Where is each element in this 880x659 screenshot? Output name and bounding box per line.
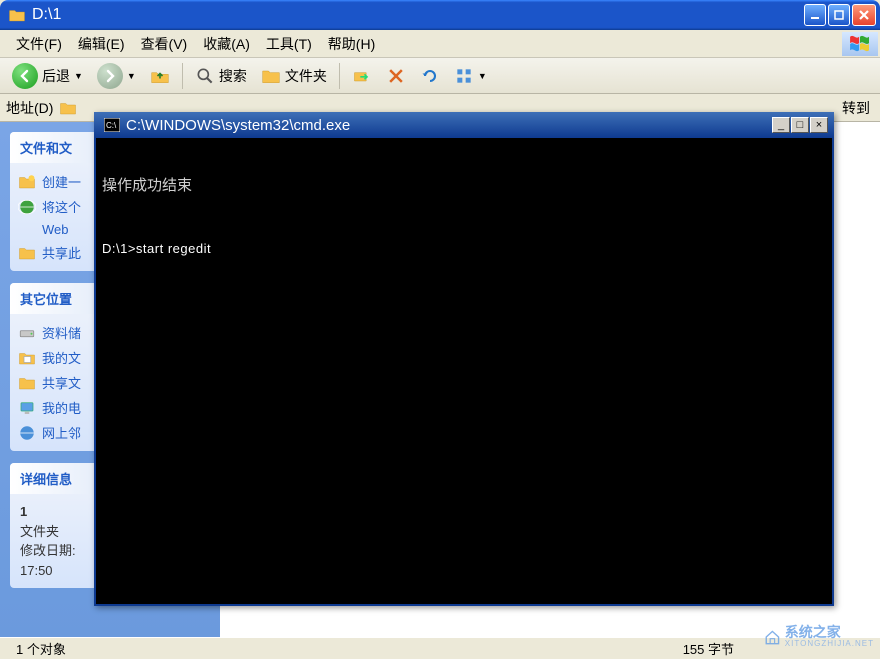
cmd-body[interactable]: 操作成功结束 D:\1>start regedit [94,138,834,606]
up-button[interactable] [144,64,176,88]
menubar: 文件(F) 编辑(E) 查看(V) 收藏(A) 工具(T) 帮助(H) [0,30,880,58]
toolbar-sep2 [339,63,340,89]
back-button[interactable]: 后退 ▼ [6,61,89,91]
new-folder-icon [18,173,36,191]
network-icon [18,424,36,442]
task-label: 创建一 [42,172,81,191]
views-button[interactable]: ▼ [448,64,493,88]
task-label: 将这个 [42,197,81,216]
status-right: 155 字节 [673,639,744,658]
views-dropdown-icon: ▼ [478,71,487,81]
forward-button[interactable]: ▼ [91,61,142,91]
menu-file[interactable]: 文件(F) [8,31,70,57]
moveto-icon [352,66,372,86]
close-icon: × [816,120,822,131]
cmd-prompt-line: D:\1>start regedit [102,241,826,256]
forward-dropdown-icon: ▼ [127,71,136,81]
detail-name: 1 [20,504,27,519]
delete-icon [386,66,406,86]
cmd-icon: C:\ [104,118,120,132]
delete-button[interactable] [380,64,412,88]
forward-icon [97,63,123,89]
status-left: 1 个对象 [6,639,76,658]
watermark-sub: XITONGZHIJIA.NET [785,640,874,648]
address-folder-icon [59,99,77,117]
globe-icon [18,198,36,216]
minimize-button[interactable] [804,4,826,26]
views-icon [454,66,474,86]
undo-button[interactable] [414,64,446,88]
cmd-minimize-button[interactable]: _ [772,117,790,133]
drive-icon [18,324,36,342]
statusbar: 1 个对象 155 字节 [0,637,880,659]
explorer-titlebar: D:\1 [0,0,880,30]
search-icon [195,66,215,86]
cmd-output-line: 操作成功结束 [102,174,826,195]
watermark: 系统之家 XITONGZHIJIA.NET [764,619,874,655]
maximize-icon: □ [797,120,804,131]
svg-text:C:\: C:\ [106,121,117,130]
close-button[interactable] [852,4,876,26]
folders-button[interactable]: 文件夹 [255,64,333,88]
maximize-button[interactable] [828,4,850,26]
back-icon [12,63,38,89]
explorer-title: D:\1 [32,6,61,24]
cmd-title: C:\WINDOWS\system32\cmd.exe [126,117,350,134]
folder-icon [8,6,26,24]
place-label: 网上邻 [42,423,81,442]
share-folder-icon [18,244,36,262]
folders-icon [261,66,281,86]
menu-view[interactable]: 查看(V) [133,31,196,57]
cmd-maximize-button[interactable]: □ [791,117,809,133]
shared-icon [18,374,36,392]
go-button[interactable]: 转到 [838,96,874,120]
toolbar-sep [182,63,183,89]
cmd-titlebar[interactable]: C:\ C:\WINDOWS\system32\cmd.exe _ □ × [94,112,834,138]
menu-edit[interactable]: 编辑(E) [70,31,133,57]
documents-icon [18,349,36,367]
moveto-button[interactable] [346,64,378,88]
minimize-icon: _ [778,120,784,131]
toolbar: 后退 ▼ ▼ 搜索 文件夹 ▼ [0,58,880,94]
place-label: 资料储 [42,323,81,342]
place-label: 共享文 [42,373,81,392]
undo-icon [420,66,440,86]
maximize-icon [834,10,844,20]
close-icon [858,9,870,21]
cmd-close-button[interactable]: × [810,117,828,133]
back-dropdown-icon: ▼ [74,71,83,81]
place-label: 我的电 [42,398,81,417]
menu-favorites[interactable]: 收藏(A) [195,31,258,57]
windows-logo [842,32,878,56]
address-label: 地址(D) [6,98,53,118]
computer-icon [18,399,36,417]
search-label: 搜索 [219,66,247,86]
cmd-window: C:\ C:\WINDOWS\system32\cmd.exe _ □ × 操作… [94,112,834,606]
house-icon [764,622,781,652]
back-label: 后退 [42,66,70,86]
menu-tools[interactable]: 工具(T) [258,31,320,57]
search-button[interactable]: 搜索 [189,64,253,88]
task-label: 共享此 [42,243,81,262]
menu-help[interactable]: 帮助(H) [320,31,383,57]
place-label: 我的文 [42,348,81,367]
watermark-title: 系统之家 [785,625,874,640]
task-web-label: Web [42,222,69,237]
go-label: 转到 [842,98,870,118]
folders-label: 文件夹 [285,66,327,86]
minimize-icon [810,10,820,20]
up-folder-icon [150,66,170,86]
